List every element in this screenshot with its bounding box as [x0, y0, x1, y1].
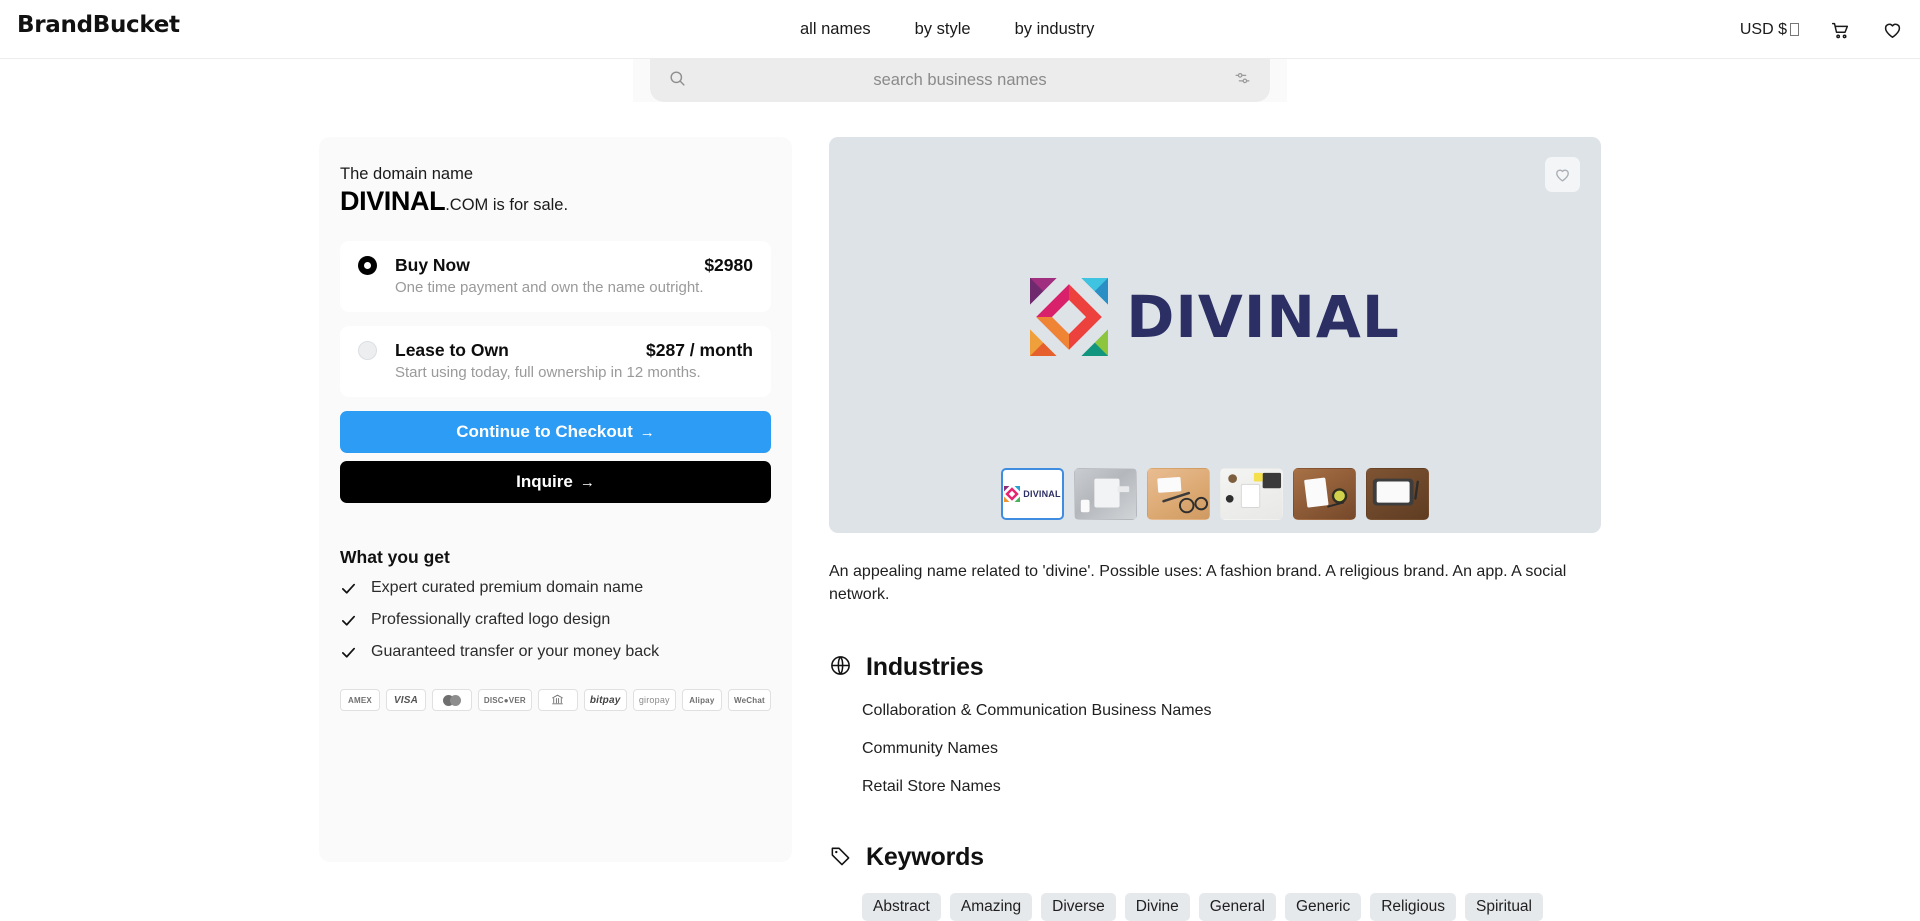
keyword-tag[interactable]: Generic — [1284, 893, 1362, 921]
buy-now-subtitle: One time payment and own the name outrig… — [395, 279, 704, 296]
thumbnail-mockup-4[interactable] — [1293, 468, 1356, 520]
payment-badge-giropay: giropay — [632, 689, 676, 711]
buy-now-price: $2980 — [704, 255, 753, 275]
what-you-get-title: What you get — [340, 547, 450, 567]
thumbnail-mockup-2[interactable] — [1147, 468, 1210, 520]
keyword-tag-list: Abstract Amazing Diverse Divine General … — [862, 893, 1601, 921]
arrow-right-icon: → — [579, 473, 595, 491]
pricing-option-lease-to-own[interactable]: Lease to Own $287 / month Start using to… — [340, 326, 771, 397]
thumbnail-strip: DIVINAL — [829, 468, 1601, 520]
favorite-heart-icon[interactable] — [1545, 157, 1580, 192]
brandbucket-logo[interactable]: BrandBucket — [17, 12, 180, 38]
industry-link[interactable]: Collaboration & Communication Business N… — [862, 702, 1601, 720]
logo-preview-panel: DIVINAL DIVINAL — [829, 137, 1601, 533]
thumbnail-mockup-3[interactable] — [1220, 468, 1283, 520]
payment-badge-mastercard — [432, 689, 472, 711]
check-icon — [340, 612, 357, 629]
preview-column: DIVINAL DIVINAL An appealing name relate… — [829, 137, 1601, 921]
benefit-label: Professionally crafted logo design — [371, 611, 611, 628]
keyword-tag[interactable]: Abstract — [862, 893, 941, 921]
payment-badge-alipay: Alipay — [681, 689, 722, 711]
lease-label: Lease to Own — [395, 340, 509, 360]
continue-to-checkout-button[interactable]: Continue to Checkout → — [340, 411, 771, 453]
benefit-item: Expert curated premium domain name — [340, 579, 771, 597]
payment-badge-discover: DISC●VER — [478, 689, 532, 711]
lease-price: $287 / month — [646, 340, 753, 360]
search-region — [0, 59, 1920, 106]
globe-icon — [829, 654, 852, 682]
search-icon — [668, 69, 687, 93]
name-description: An appealing name related to 'divine'. P… — [829, 563, 1567, 604]
check-icon — [340, 644, 357, 661]
chevron-down-icon — [1790, 23, 1799, 36]
keyword-tag[interactable]: General — [1198, 893, 1276, 921]
payment-badge-wechat: WeChat — [727, 689, 772, 711]
search-input[interactable] — [687, 71, 1233, 90]
pricing-option-buy-now[interactable]: Buy Now $2980 One time payment and own t… — [340, 241, 771, 312]
keyword-tag[interactable]: Amazing — [949, 893, 1033, 921]
payment-badge-bank — [537, 689, 578, 711]
sliders-icon[interactable] — [1233, 69, 1252, 93]
payment-badge-bitpay: bitpay — [583, 689, 627, 711]
buy-now-label: Buy Now — [395, 255, 470, 275]
industries-title: Industries — [866, 653, 984, 682]
payment-badge-visa: VISA — [386, 689, 426, 711]
industries-heading: Industries — [829, 653, 1601, 682]
payment-methods: AMEX VISA DISC●VER bitpay giropay Alipay… — [340, 689, 772, 711]
nav-all-names[interactable]: all names — [800, 20, 871, 39]
mastercard-icon — [443, 694, 461, 706]
divinal-logomark-icon — [1030, 278, 1109, 356]
benefit-label: Guaranteed transfer or your money back — [371, 643, 660, 660]
page-body: The domain name DIVINAL .COM is for sale… — [0, 106, 1920, 921]
industry-link[interactable]: Community Names — [862, 740, 1601, 758]
wishlist-heart-icon[interactable] — [1881, 18, 1904, 41]
keywords-title: Keywords — [866, 843, 984, 872]
domain-headline: DIVINAL .COM is for sale. — [340, 186, 771, 217]
inquire-label: Inquire — [516, 472, 573, 491]
check-icon — [340, 580, 357, 597]
keyword-tag[interactable]: Religious — [1370, 893, 1456, 921]
keyword-tag[interactable]: Diverse — [1041, 893, 1116, 921]
header-actions: USD $ — [1740, 0, 1904, 59]
keyword-tag[interactable]: Spiritual — [1465, 893, 1543, 921]
site-header: BrandBucket all names by style by indust… — [0, 0, 1920, 59]
checkout-label: Continue to Checkout — [456, 422, 633, 441]
cart-icon[interactable] — [1829, 19, 1851, 41]
benefit-item: Guaranteed transfer or your money back — [340, 643, 771, 661]
domain-name: DIVINAL — [340, 186, 446, 216]
benefit-item: Professionally crafted logo design — [340, 611, 771, 629]
benefit-label: Expert curated premium domain name — [371, 579, 644, 596]
currency-label: USD $ — [1739, 20, 1787, 38]
nav-by-style[interactable]: by style — [915, 20, 971, 39]
brand-logo-artwork: DIVINAL — [1030, 278, 1400, 356]
bank-icon — [551, 693, 564, 708]
lease-subtitle: Start using today, full ownership in 12 … — [395, 364, 701, 381]
thumbnail-logo[interactable]: DIVINAL — [1001, 468, 1064, 520]
logo-wordmark: DIVINAL — [1126, 283, 1400, 351]
thumbnail-mockup-5[interactable] — [1366, 468, 1429, 520]
keywords-heading: Keywords — [829, 843, 1601, 872]
domain-suffix: .COM is for sale. — [445, 196, 569, 214]
payment-badge-amex: AMEX — [340, 689, 380, 711]
thumbnail-mockup-1[interactable] — [1074, 468, 1137, 520]
radio-buy-now[interactable] — [358, 256, 377, 275]
arrow-right-icon: → — [639, 423, 655, 441]
purchase-card: The domain name DIVINAL .COM is for sale… — [319, 137, 792, 862]
tag-icon — [829, 844, 852, 872]
inquire-button[interactable]: Inquire → — [340, 461, 771, 503]
currency-selector[interactable]: USD $ — [1740, 21, 1799, 39]
search-bar[interactable] — [650, 59, 1270, 102]
primary-nav: all names by style by industry — [800, 0, 1094, 59]
keyword-tag[interactable]: Divine — [1124, 893, 1190, 921]
nav-by-industry[interactable]: by industry — [1015, 20, 1095, 39]
radio-lease-to-own[interactable] — [358, 341, 377, 360]
thumbnail-logo-text: DIVINAL — [1023, 489, 1061, 499]
industry-link[interactable]: Retail Store Names — [862, 778, 1601, 796]
divinal-logomark-icon — [1004, 486, 1021, 502]
domain-eyebrow: The domain name — [340, 165, 473, 183]
